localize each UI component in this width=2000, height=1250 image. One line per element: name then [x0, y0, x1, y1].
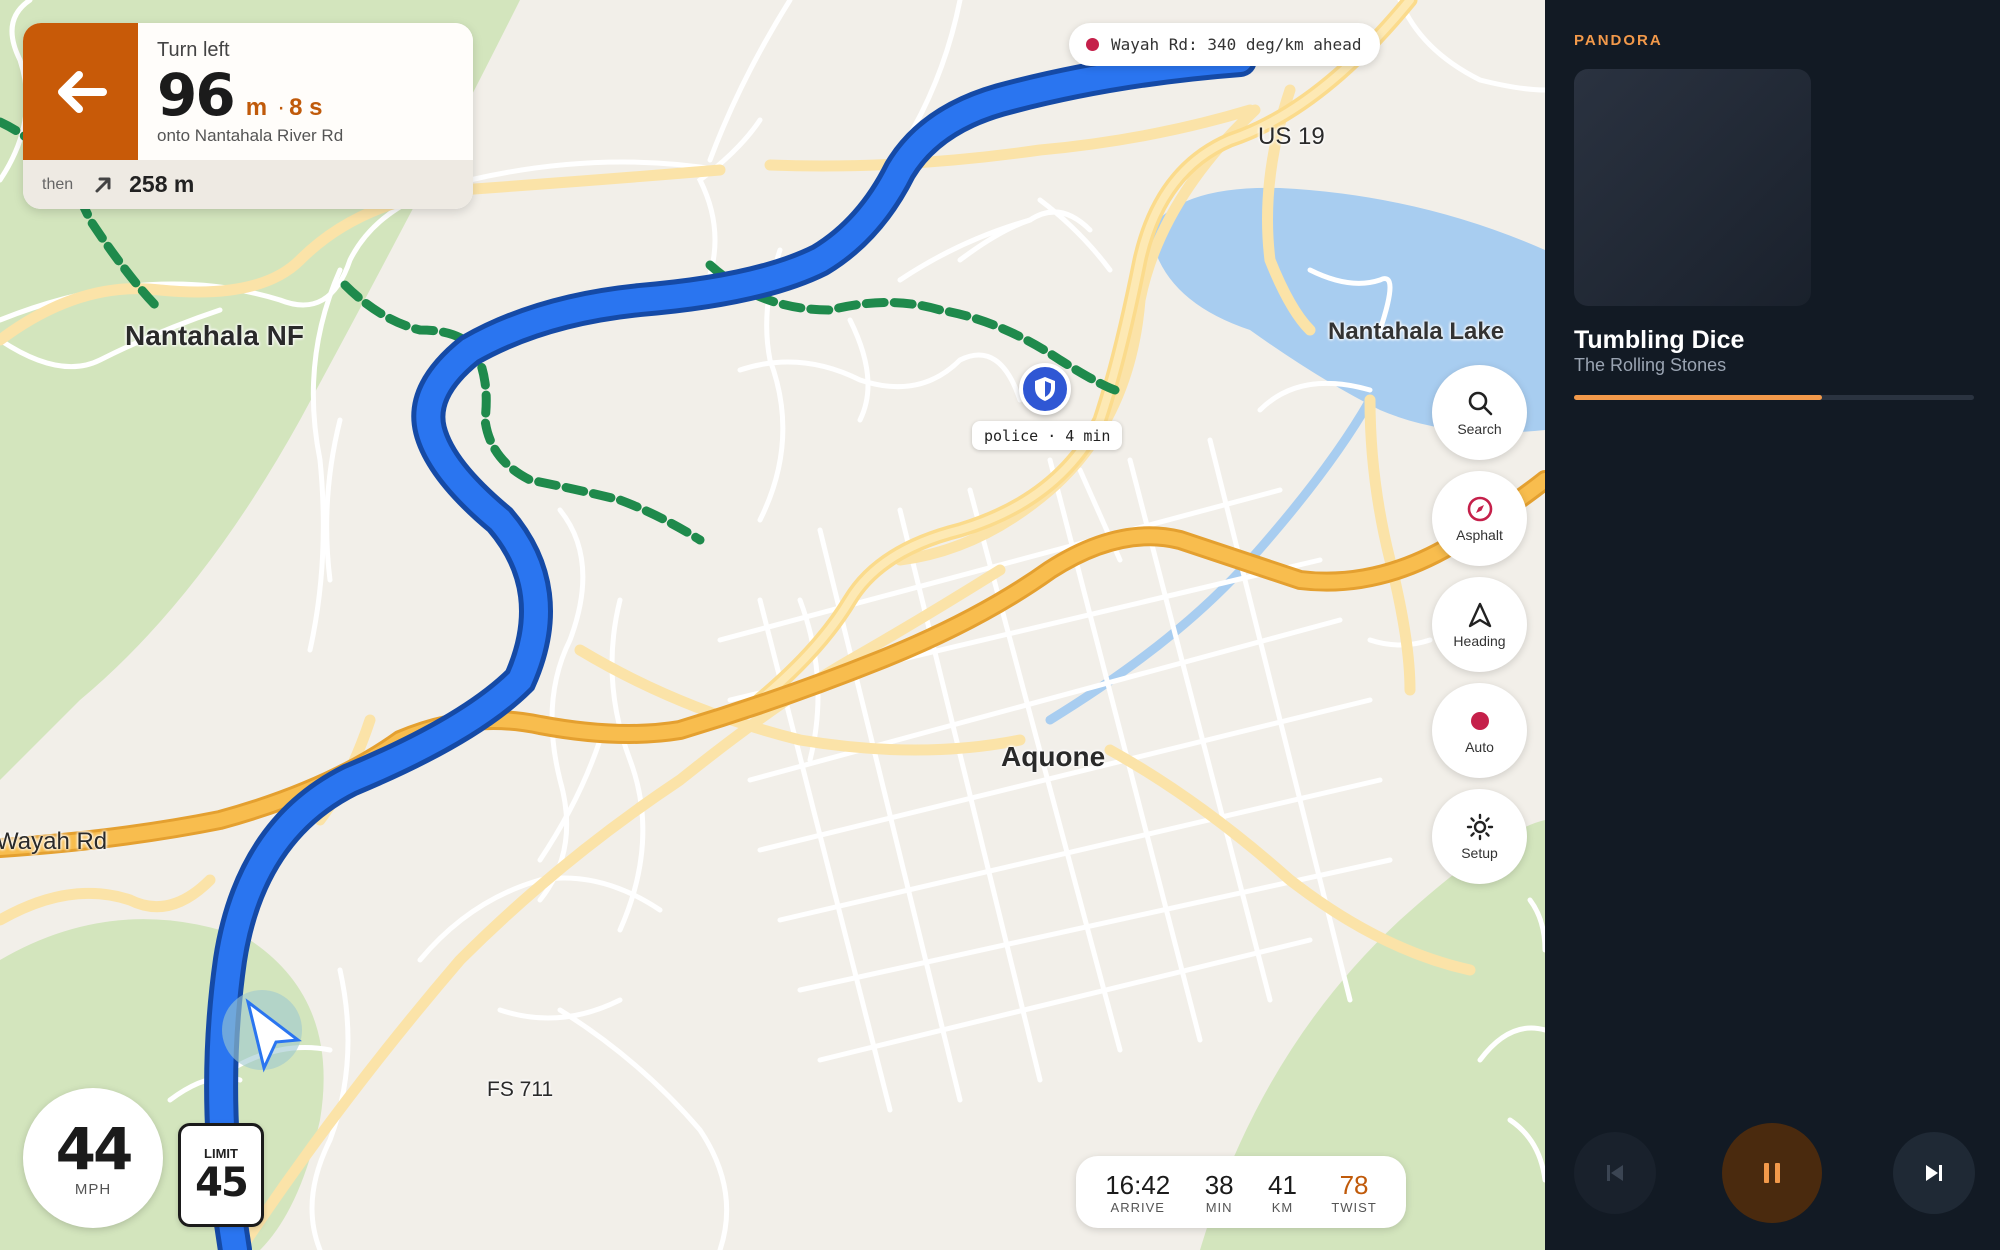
media-panel: PANDORA Tumbling Dice The Rolling Stones [1545, 0, 2000, 1250]
street-grid [717, 437, 1393, 1113]
map-view[interactable]: Nantahala NF US 19 Nantahala Lake Aquone… [0, 0, 1545, 1250]
wayah-rd-highway [0, 470, 1545, 858]
shield-icon [1035, 377, 1055, 401]
limit-value: 45 [195, 1159, 249, 1206]
label-nantahala-lake: Nantahala Lake [1328, 318, 1505, 345]
pause-icon [1764, 1163, 1780, 1183]
heading-arrow-icon [1465, 600, 1495, 630]
progress-fill [1574, 395, 1822, 400]
speed-unit: MPH [74, 1180, 112, 1198]
trip-minutes: 38 MIN [1205, 1170, 1234, 1215]
search-button-label: Search [1457, 421, 1502, 437]
turn-action: Turn left [157, 39, 230, 61]
min-value: 38 [1204, 1169, 1234, 1200]
label-fs711: FS 711 [487, 1078, 554, 1101]
turn-distance-row: 96 m · 8 s [157, 64, 454, 126]
turn-separator: · [277, 94, 286, 121]
auto-button-label: Auto [1465, 739, 1494, 755]
hazard-text: Wayah Rd: 340 deg/km ahead [1111, 35, 1362, 54]
auto-button[interactable]: Auto [1432, 683, 1527, 778]
skip-next-icon [1926, 1165, 1942, 1181]
next-button[interactable] [1893, 1132, 1975, 1214]
turn-card[interactable]: Turn left 96 m · 8 s onto Nantahala Rive… [23, 23, 473, 209]
previous-button[interactable] [1574, 1132, 1656, 1214]
gear-icon [1465, 812, 1495, 842]
setup-button[interactable]: Setup [1432, 789, 1527, 884]
arrow-left-icon [57, 70, 107, 113]
track-artist: The Rolling Stones [1574, 355, 1727, 375]
hazard-alert[interactable]: Wayah Rd: 340 deg/km ahead [1069, 23, 1381, 66]
speed-value: 44 [55, 1114, 134, 1183]
arrow-up-right-icon [95, 177, 111, 192]
label-aquone: Aquone [1001, 741, 1106, 772]
turn-arrow-box [23, 23, 138, 160]
turn-main: Turn left 96 m · 8 s onto Nantahala Rive… [138, 23, 473, 160]
label-nantahala-nf: Nantahala NF [125, 320, 304, 351]
speed-limit-sign: LIMIT 45 [178, 1123, 264, 1227]
app: Nantahala NF US 19 Nantahala Lake Aquone… [0, 0, 2000, 1250]
arrive-value: 16:42 [1105, 1169, 1171, 1200]
trip-summary[interactable]: 16:42 ARRIVE 38 MIN 41 KM 78 TWIST [1076, 1156, 1406, 1228]
turn-street: onto Nantahala River Rd [157, 126, 344, 145]
label-wayah-rd: Wayah Rd [0, 828, 108, 855]
pause-button[interactable] [1722, 1123, 1822, 1223]
twist-value: 78 [1339, 1169, 1369, 1200]
album-art[interactable] [1574, 69, 1811, 306]
turn-distance: 96 [157, 61, 236, 129]
label-us19: US 19 [1258, 123, 1325, 150]
search-icon [1465, 388, 1495, 418]
then-row: then 258 m [23, 160, 473, 209]
trip-twist: 78 TWIST [1331, 1170, 1376, 1215]
heading-button-label: Heading [1453, 633, 1506, 649]
skip-previous-icon [1607, 1165, 1623, 1181]
setup-button-label: Setup [1461, 845, 1498, 861]
trip-km: 41 KM [1268, 1170, 1297, 1215]
police-marker[interactable] [1019, 363, 1071, 415]
asphalt-button[interactable]: Asphalt [1432, 471, 1527, 566]
media-source: PANDORA [1574, 32, 1663, 49]
km-label: KM [1271, 1199, 1294, 1215]
speedometer: 44 MPH [23, 1088, 163, 1228]
then-distance: 258 m [129, 171, 195, 197]
twist-label: TWIST [1331, 1199, 1377, 1215]
compass-icon [1465, 494, 1495, 524]
arrive-label: ARRIVE [1110, 1199, 1165, 1215]
record-dot-icon [1465, 706, 1495, 736]
turn-unit: m [245, 94, 268, 121]
min-label: MIN [1205, 1199, 1233, 1215]
hazard-dot-icon [1086, 38, 1099, 51]
search-button[interactable]: Search [1432, 365, 1527, 460]
trip-arrive: 16:42 ARRIVE [1105, 1170, 1170, 1215]
then-label: then [42, 175, 74, 193]
limit-label: LIMIT [204, 1145, 238, 1161]
asphalt-button-label: Asphalt [1456, 527, 1503, 543]
police-label: police · 4 min [972, 421, 1123, 450]
heading-button[interactable]: Heading [1432, 577, 1527, 672]
track-title: Tumbling Dice [1574, 326, 1745, 354]
turn-time: 8 s [289, 94, 323, 121]
progress-bar[interactable] [1574, 395, 1974, 400]
km-value: 41 [1268, 1169, 1297, 1200]
